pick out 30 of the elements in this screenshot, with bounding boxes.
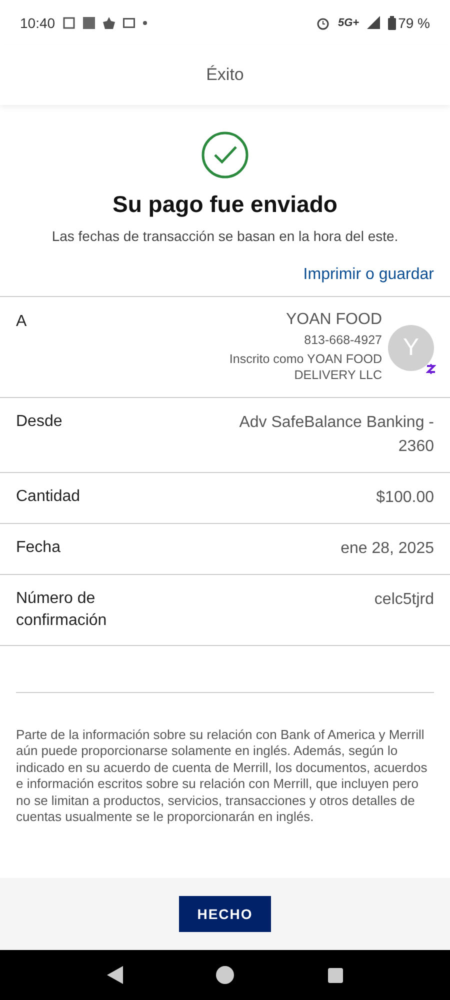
network-type: 5G+: [338, 16, 360, 28]
detail-label: Número de confirmación: [16, 589, 108, 631]
confirmation-title: Su pago fue enviado: [112, 191, 338, 218]
screen-title: Éxito: [206, 65, 244, 85]
detail-value: ene 28, 2025: [340, 539, 434, 559]
recipient-phone: 813-668-4927: [304, 332, 382, 348]
detail-label: Cantidad: [16, 487, 80, 507]
z-badge-icon: [426, 363, 436, 375]
confirmation-subtitle: Las fechas de transacción se basan en la hora del este.: [52, 228, 398, 244]
back-icon[interactable]: [106, 966, 123, 984]
detail-label: Fecha: [16, 538, 60, 558]
status-time: 10:40: [20, 14, 56, 30]
dot-icon: [143, 20, 148, 24]
done-button[interactable]: HECHO: [179, 896, 271, 932]
alarm-icon: [316, 16, 330, 30]
disclaimer-text: Parte de la información sobre su relación con Bank of America y Merrill aún puede proporcionarse solamente en inglés. Además, según lo indicado en su acuerdo de cuenta de Merrill, los documentos, acuerdos e información escritos sobre su relación con Merrill, que incluyen pero no se limitan a productos, servicios, transacciones y otros detalles de cuentas usualmente se le proporcionarán en inglés.: [16, 727, 428, 826]
recipient-name: YOAN FOOD: [286, 311, 382, 329]
detail-value: $100.00: [376, 488, 434, 508]
battery-level: 79 %: [398, 14, 430, 30]
recipient-enrollment: Inscrito como YOAN FOOD DELIVERY LLC: [228, 351, 382, 383]
detail-label: A: [16, 312, 27, 332]
detail-label: Desde: [16, 412, 62, 432]
home-icon[interactable]: [216, 966, 234, 984]
detail-value: celc5tjrd: [374, 590, 434, 610]
print-link[interactable]: Imprimir o guardar: [303, 266, 434, 284]
battery-icon: [388, 16, 396, 30]
signal-icon: [367, 16, 380, 29]
detail-value: Adv SafeBalance Banking - 2360: [238, 413, 434, 457]
recents-icon[interactable]: [328, 968, 344, 982]
check-circle-icon: [201, 131, 249, 179]
